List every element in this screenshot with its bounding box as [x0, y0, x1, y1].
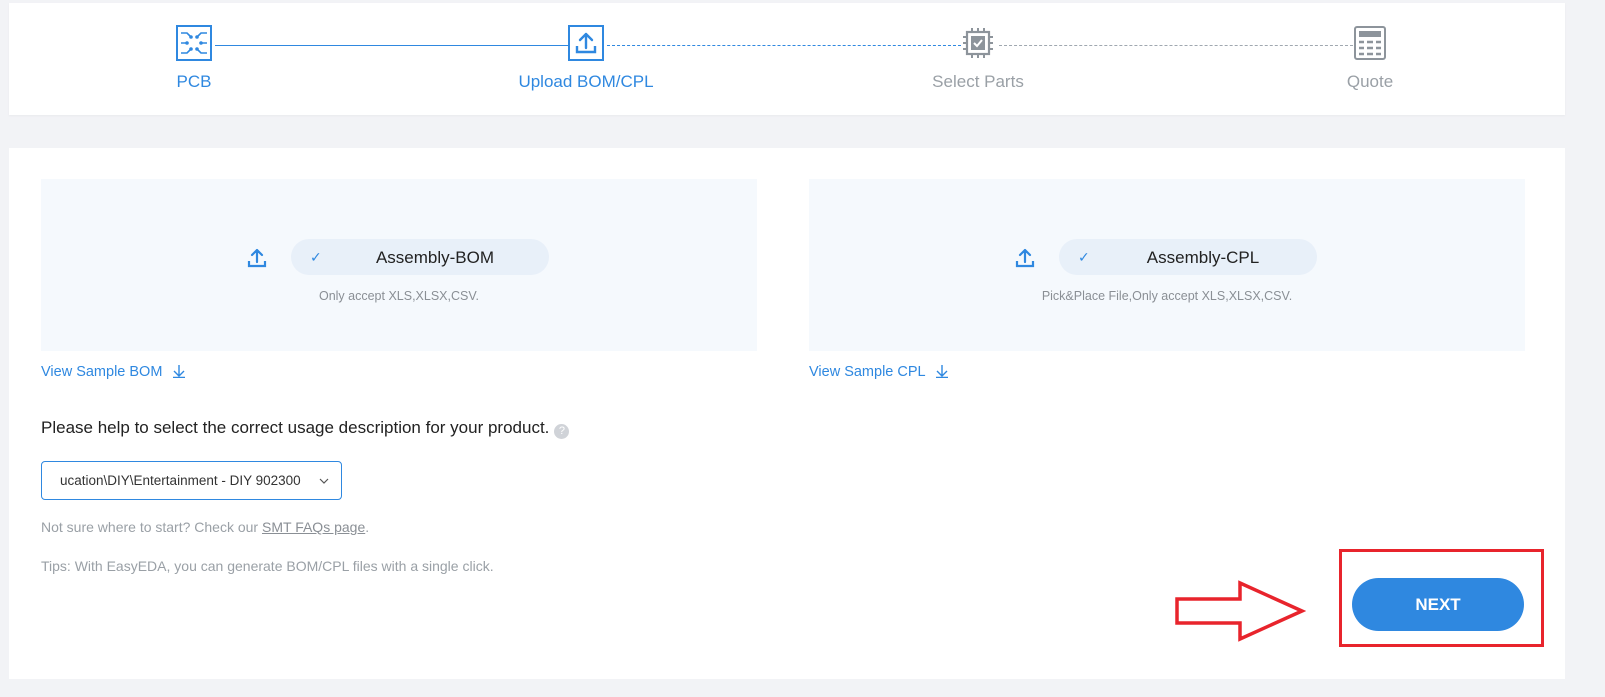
next-button[interactable]: NEXT	[1352, 578, 1524, 631]
view-sample-cpl-link[interactable]: View Sample CPL	[809, 364, 949, 380]
bom-file-name: Assembly-BOM	[375, 248, 495, 267]
calculator-icon	[1354, 26, 1386, 60]
faq-suffix: .	[365, 519, 370, 535]
smt-faqs-link[interactable]: SMT FAQs page	[262, 519, 365, 535]
tips-note: Tips: With EasyEDA, you can generate BOM…	[41, 558, 494, 574]
faq-prefix: Not sure where to start? Check our	[41, 519, 262, 535]
view-sample-cpl-label: View Sample CPL	[809, 364, 926, 380]
step-label: PCB	[176, 72, 212, 91]
bom-drop-zone[interactable]: ✓ Assembly-BOM Only accept XLS,XLSX,CSV.	[41, 179, 757, 351]
faq-note: Not sure where to start? Check our SMT F…	[41, 519, 369, 535]
usage-question: Please help to select the correct usage …	[41, 418, 570, 439]
chip-icon	[963, 28, 993, 58]
chevron-down-icon	[319, 478, 329, 484]
cpl-accept-note: Pick&Place File,Only accept XLS,XLSX,CSV…	[1041, 289, 1293, 303]
view-sample-bom-link[interactable]: View Sample BOM	[41, 364, 186, 380]
cpl-drop-zone[interactable]: ✓ Assembly-CPL Pick&Place File,Only acce…	[809, 179, 1525, 351]
step-connector-1	[215, 45, 579, 46]
bom-upload-row: ✓ Assembly-BOM	[41, 239, 757, 275]
cpl-file-name: Assembly-CPL	[1146, 248, 1260, 267]
download-arrow-icon	[936, 365, 949, 378]
check-icon: ✓	[1078, 249, 1090, 265]
step-label: Upload BOM/CPL	[518, 72, 654, 91]
usage-question-text: Please help to select the correct usage …	[41, 418, 550, 437]
red-arrow-annotation	[1175, 580, 1306, 642]
step-label: Quote	[1346, 72, 1394, 91]
step-connector-3	[999, 45, 1353, 46]
bom-accept-note: Only accept XLS,XLSX,CSV.	[318, 289, 480, 303]
upload-form-card: ✓ Assembly-BOM Only accept XLS,XLSX,CSV.…	[9, 148, 1565, 679]
cpl-file-pill: ✓ Assembly-CPL	[1059, 239, 1317, 275]
check-icon: ✓	[310, 249, 322, 265]
view-sample-bom-label: View Sample BOM	[41, 364, 163, 380]
step-label: Select Parts	[932, 72, 1024, 91]
step-connector-2	[607, 45, 961, 46]
bom-file-pill: ✓ Assembly-BOM	[291, 239, 549, 275]
upload-icon[interactable]	[1014, 247, 1036, 269]
cpl-upload-row: ✓ Assembly-CPL	[809, 239, 1525, 275]
pcb-circuit-icon	[176, 25, 212, 61]
help-icon[interactable]: ?	[554, 424, 570, 439]
upload-icon	[568, 25, 604, 61]
usage-select-value: ucation\DIY\Entertainment - DIY 902300	[60, 473, 301, 488]
download-arrow-icon	[173, 365, 186, 378]
progress-stepper: PCB Upload BOM/CPL Select Parts Quote	[9, 3, 1565, 115]
usage-select[interactable]: ucation\DIY\Entertainment - DIY 902300	[41, 461, 342, 500]
upload-icon[interactable]	[246, 247, 268, 269]
